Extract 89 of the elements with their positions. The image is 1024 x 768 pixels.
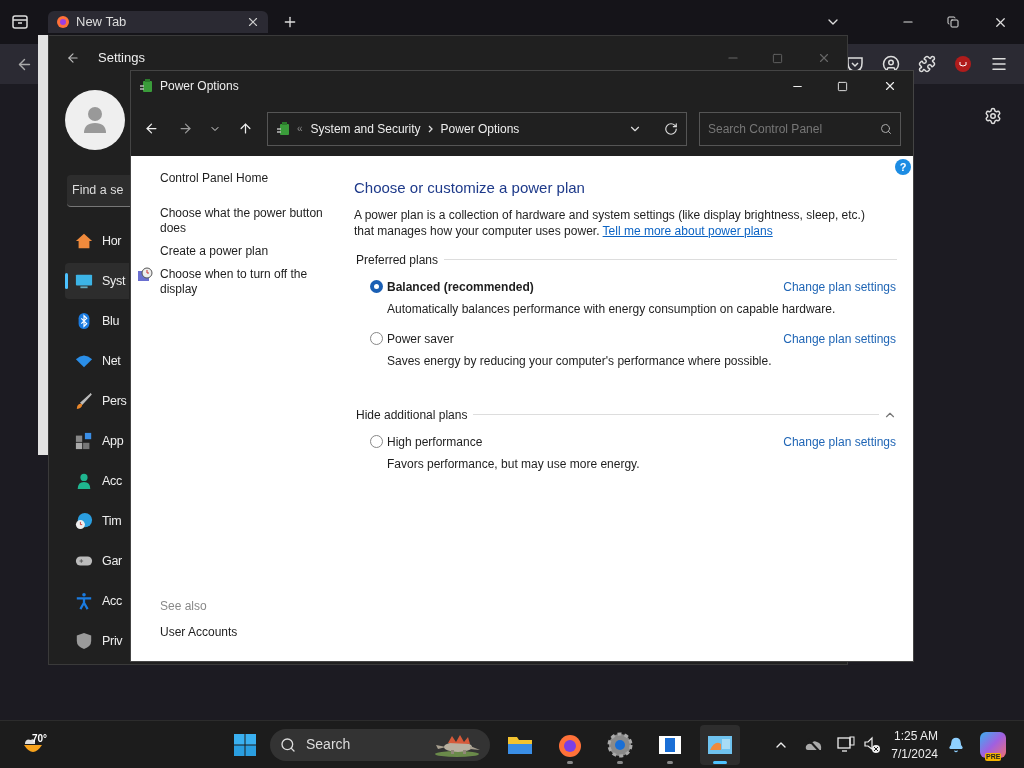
change-plan-link[interactable]: Change plan settings — [783, 432, 896, 451]
temperature: 70° — [32, 731, 48, 746]
change-plan-link[interactable]: Change plan settings — [783, 277, 896, 296]
volume-muted-icon[interactable] — [863, 735, 882, 754]
back-icon[interactable] — [144, 121, 159, 136]
sidebar-link[interactable]: Control Panel Home — [160, 171, 330, 186]
search-icon — [280, 736, 296, 753]
radio-button[interactable] — [370, 435, 383, 448]
nav-item[interactable]: Tim — [65, 503, 129, 539]
search-field[interactable]: Find a se — [67, 175, 130, 207]
chevron-right-icon — [427, 124, 434, 133]
nav-item[interactable]: Priv — [65, 623, 129, 659]
settings-icon[interactable] — [984, 107, 1002, 125]
tray-icon — [12, 15, 28, 29]
home-icon — [75, 232, 93, 250]
address-bar[interactable]: « System and Security Power Options — [267, 111, 687, 146]
battery-icon — [139, 78, 155, 94]
breadcrumb[interactable]: Power Options — [440, 119, 520, 138]
running-indicator — [667, 760, 673, 764]
description: A power plan is a collection of hardware and system settings (like display brightness, sleep, etc.) that manages how your computer uses power. Tell me more about power plans — [354, 206, 866, 239]
help-link[interactable]: Tell me more about power plans — [602, 223, 773, 238]
sidebar-link[interactable]: Create a power plan — [160, 244, 330, 259]
extensions-icon[interactable] — [918, 55, 936, 73]
breadcrumb[interactable]: System and Security — [310, 119, 421, 138]
sidebar-link[interactable]: User Accounts — [160, 623, 336, 641]
nav-item[interactable]: Syst — [65, 263, 129, 299]
running-indicator — [713, 760, 727, 764]
plan-name: Power saver — [387, 330, 454, 348]
help-icon[interactable]: ? — [895, 159, 911, 175]
selection-indicator — [65, 273, 68, 289]
nav-item[interactable]: Acc — [65, 583, 129, 619]
taskbar-search[interactable]: Search — [270, 728, 490, 761]
plan-description: Favors performance, but may use more energy. — [387, 455, 641, 473]
clock-icon — [137, 267, 153, 283]
nav-item[interactable]: Blu — [65, 303, 129, 339]
menu-icon[interactable] — [990, 55, 1008, 73]
notification-icon[interactable] — [948, 736, 964, 753]
nav-item[interactable]: App — [65, 423, 129, 459]
close-icon[interactable] — [246, 15, 260, 29]
apps-icon — [75, 432, 93, 450]
plan-description: Saves energy by reducing your computer's performance where possible. — [387, 352, 773, 370]
sidebar-link[interactable]: Choose what the power button does — [160, 206, 330, 236]
search-icon — [880, 122, 892, 135]
section-heading: Preferred plans — [356, 251, 439, 269]
browser-tab[interactable]: New Tab — [48, 11, 268, 33]
see-also-heading: See also — [160, 598, 208, 615]
nav-item[interactable]: Pers — [65, 383, 129, 419]
refresh-icon[interactable] — [664, 121, 678, 136]
window-title: Settings — [98, 49, 145, 68]
browser-icon — [56, 15, 70, 29]
account-icon[interactable] — [882, 55, 900, 73]
section-heading[interactable]: Hide additional plans — [356, 405, 468, 424]
tab-title: New Tab — [76, 13, 128, 32]
nav-item[interactable]: Acc — [65, 463, 129, 499]
address-overflow[interactable]: « — [297, 121, 303, 136]
person-icon — [75, 472, 93, 490]
close-icon[interactable] — [883, 79, 897, 93]
up-icon[interactable] — [238, 121, 253, 136]
radio-button[interactable] — [370, 280, 383, 293]
page-heading: Choose or customize a power plan — [354, 178, 586, 198]
monitor-icon — [75, 272, 93, 290]
network-icon[interactable] — [837, 735, 856, 754]
running-indicator — [567, 760, 573, 764]
plan-description: Automatically balances performance with energy consumption on capable hardware. — [387, 300, 837, 318]
search-field[interactable]: Search Control Panel — [699, 111, 901, 146]
sidebar-link[interactable]: Choose when to turn off the display — [160, 267, 330, 297]
gear-icon — [607, 731, 633, 758]
plan-name: Balanced (recommended) — [387, 278, 534, 296]
running-indicator — [617, 760, 623, 764]
nav-item[interactable]: Net — [65, 343, 129, 379]
radio-button[interactable] — [370, 332, 383, 345]
pocket-icon[interactable] — [846, 55, 864, 73]
change-plan-link[interactable]: Change plan settings — [783, 329, 896, 348]
taskbar-app[interactable] — [700, 724, 740, 765]
start-icon[interactable] — [233, 732, 257, 757]
restore-icon[interactable] — [947, 16, 959, 28]
new-tab-icon[interactable] — [282, 14, 298, 30]
nav-item[interactable]: Gar — [65, 543, 129, 579]
clock-date[interactable]: 7/1/2024 — [891, 744, 938, 763]
window-title: Power Options — [160, 78, 239, 95]
back-icon[interactable] — [66, 51, 80, 65]
clock-time[interactable]: 1:25 AM — [893, 726, 938, 745]
globe-clock-icon — [75, 512, 93, 530]
plan-name: High performance — [387, 433, 483, 451]
brush-icon — [75, 392, 93, 410]
forward-icon[interactable] — [178, 121, 193, 136]
battery-icon — [276, 120, 292, 137]
nav-item[interactable]: Hor — [65, 223, 129, 259]
accessibility-icon — [75, 592, 93, 610]
